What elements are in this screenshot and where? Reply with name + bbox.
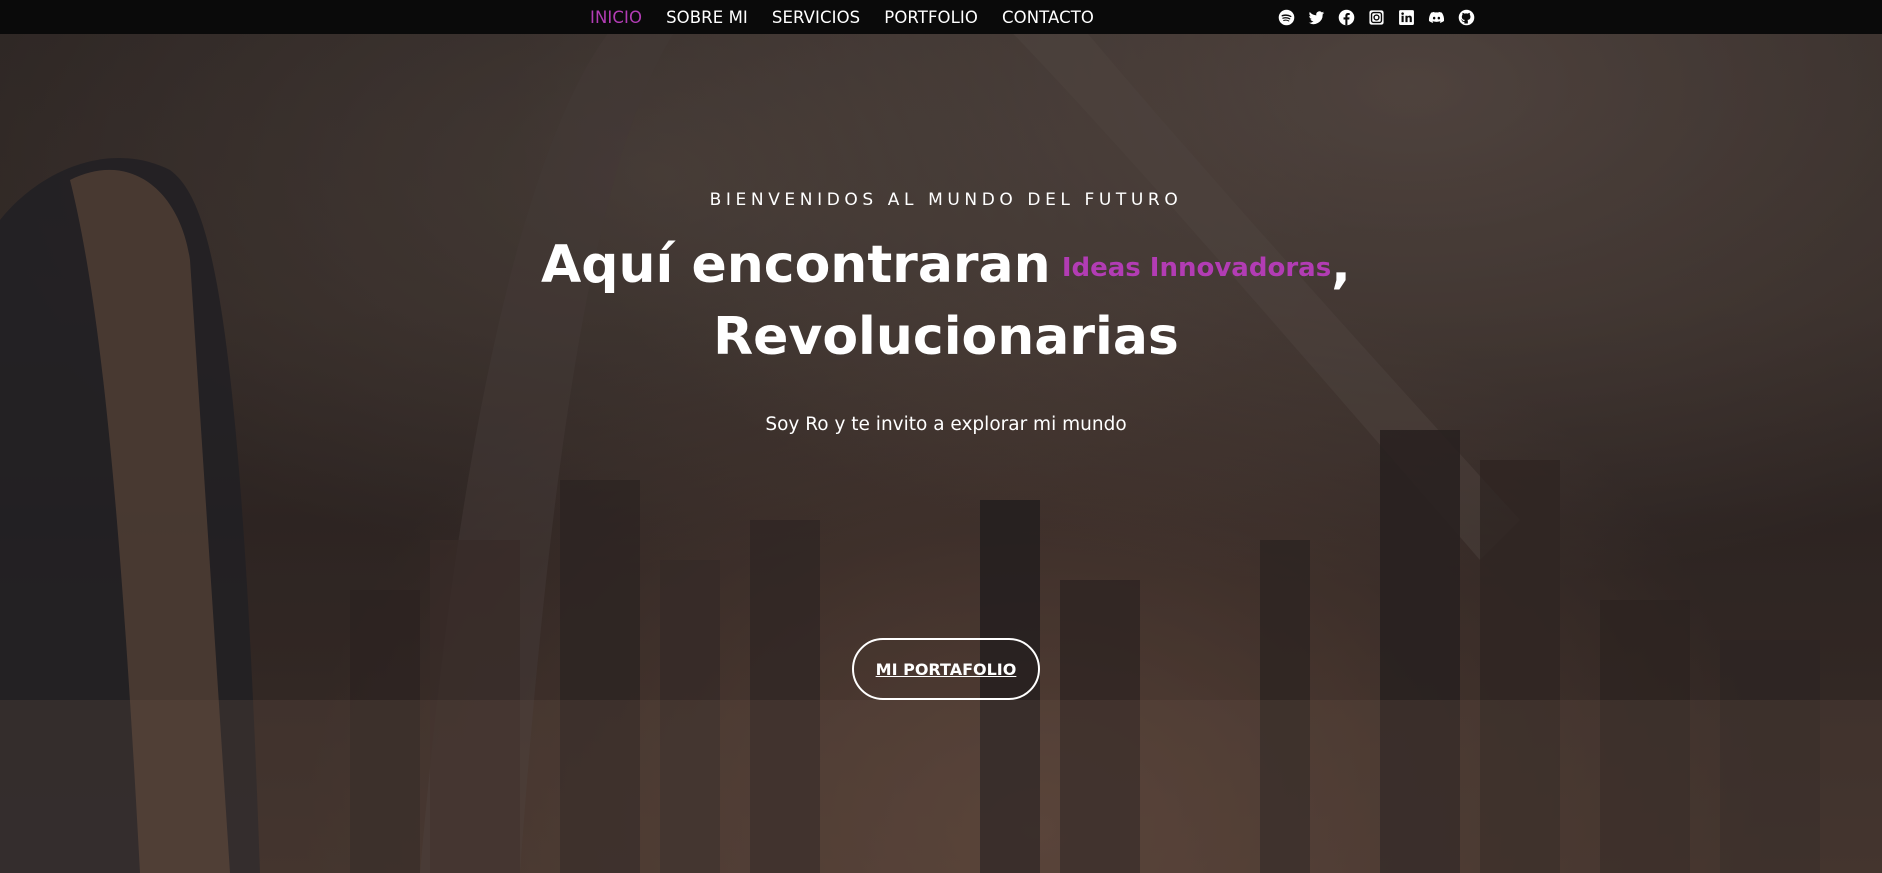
discord-icon[interactable] bbox=[1428, 9, 1445, 26]
linkedin-icon[interactable] bbox=[1398, 9, 1415, 26]
nav-link-servicios[interactable]: SERVICIOS bbox=[772, 8, 860, 27]
hero-dark-overlay bbox=[0, 0, 1882, 873]
top-navigation-bar: INICIO SOBRE MI SERVICIOS PORTFOLIO CONT… bbox=[0, 0, 1882, 34]
nav-link-portfolio[interactable]: PORTFOLIO bbox=[884, 8, 978, 27]
headline-typed-accent: Ideas Innovadoras bbox=[1061, 253, 1332, 283]
hero-kicker: BIENVENIDOS AL MUNDO DEL FUTURO bbox=[709, 190, 1183, 210]
headline-line2: Revolucionarias bbox=[713, 307, 1179, 367]
hero-subtitle: Soy Ro y te invito a explorar mi mundo bbox=[765, 414, 1127, 435]
facebook-icon[interactable] bbox=[1338, 9, 1355, 26]
social-links bbox=[1278, 6, 1475, 28]
twitter-icon[interactable] bbox=[1308, 9, 1325, 26]
nav-link-contacto[interactable]: CONTACTO bbox=[1002, 8, 1094, 27]
github-icon[interactable] bbox=[1458, 9, 1475, 26]
instagram-icon[interactable] bbox=[1368, 9, 1385, 26]
main-nav: INICIO SOBRE MI SERVICIOS PORTFOLIO CONT… bbox=[590, 0, 1094, 34]
nav-link-inicio[interactable]: INICIO bbox=[590, 8, 642, 27]
hero-headline: Aquí encontraran Ideas Innovadoras, Revo… bbox=[0, 232, 1882, 376]
mi-portafolio-button[interactable]: MI PORTAFOLIO bbox=[852, 638, 1040, 700]
spotify-icon[interactable] bbox=[1278, 9, 1295, 26]
nav-link-sobre-mi[interactable]: SOBRE MI bbox=[666, 8, 748, 27]
headline-part1: Aquí encontraran bbox=[541, 235, 1051, 295]
headline-comma: , bbox=[1331, 235, 1351, 295]
